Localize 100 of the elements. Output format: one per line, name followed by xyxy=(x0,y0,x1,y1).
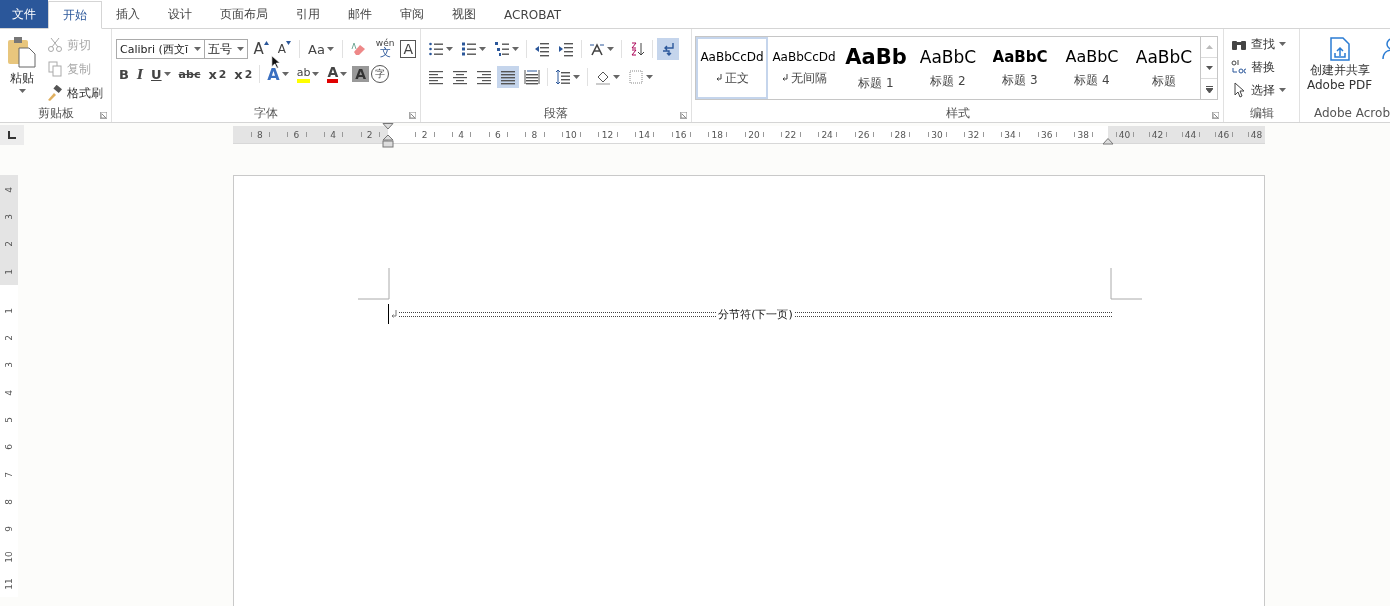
ruler-number: 6 xyxy=(293,129,300,140)
paste-button[interactable]: 粘贴 xyxy=(4,34,40,104)
ruler-number: 9 xyxy=(4,526,14,533)
ribbon-tab[interactable]: 邮件 xyxy=(334,1,386,28)
caret-icon xyxy=(193,47,201,51)
text-effects-button[interactable]: A xyxy=(264,63,292,85)
ruler-number: 11 xyxy=(4,578,14,590)
ruler-number: 46 xyxy=(1217,129,1230,140)
scissors-icon xyxy=(47,37,63,53)
dialog-launcher-icon[interactable] xyxy=(409,112,416,119)
shrink-font-button[interactable]: A xyxy=(274,38,295,60)
indent-marker-icon[interactable] xyxy=(382,123,394,149)
style-item[interactable]: AaBbC 标题 4 xyxy=(1056,37,1128,99)
style-item[interactable]: AaBbC 标题 3 xyxy=(984,37,1056,99)
ruler-number: 6 xyxy=(4,444,14,451)
font-color-button[interactable]: A xyxy=(324,63,351,85)
caret-icon xyxy=(1279,42,1286,46)
style-name: 标题 xyxy=(1152,72,1176,90)
bullet-list-icon xyxy=(428,41,444,57)
style-item[interactable]: AaBbC 标题 xyxy=(1128,37,1200,99)
align-center-icon xyxy=(452,69,468,85)
strikethrough-button[interactable]: abc xyxy=(175,63,204,85)
paintbrush-icon xyxy=(47,85,63,101)
expand-icon xyxy=(1205,85,1213,93)
italic-button[interactable]: I xyxy=(133,63,146,85)
marks-button[interactable] xyxy=(657,38,679,60)
caret-icon xyxy=(512,47,519,51)
ruler-number: 18 xyxy=(711,129,724,140)
ruler-number: 24 xyxy=(821,129,833,140)
ribbon-tab[interactable]: 文件 xyxy=(0,0,48,28)
style-preview: AaBbCcDd xyxy=(772,49,836,64)
group-label: Adobe Acrob xyxy=(1314,106,1390,120)
paint-bucket-icon xyxy=(595,69,611,85)
ruler-number: 10 xyxy=(4,550,14,563)
ruler-number: 3 xyxy=(4,362,14,369)
ribbon-tab[interactable]: 页面布局 xyxy=(206,1,282,28)
painter-button[interactable]: 格式刷 xyxy=(44,82,106,104)
ribbon-tab[interactable]: 设计 xyxy=(154,1,206,28)
find-button[interactable]: 查找 xyxy=(1228,33,1289,55)
ribbon-tab[interactable]: ACROBAT xyxy=(490,1,575,28)
document-share-icon xyxy=(1328,37,1351,61)
font-name-field[interactable]: Calibri (西文ī xyxy=(116,39,205,59)
highlight-button[interactable]: ab xyxy=(293,63,323,85)
bold-button[interactable]: B xyxy=(116,63,132,85)
grow-font-button[interactable]: A xyxy=(250,38,272,60)
caret-icon xyxy=(1279,88,1286,92)
style-item[interactable]: AaBb 标题 1 xyxy=(840,37,912,99)
justify-button[interactable] xyxy=(497,66,519,88)
ruler-number: 10 xyxy=(565,129,577,140)
phonetic-guide-button[interactable]: wén 文 xyxy=(372,38,398,60)
ruler-number: 38 xyxy=(1077,129,1089,140)
down-triangle-icon xyxy=(286,41,292,45)
style-item[interactable]: AaBbCcDd 正文 xyxy=(696,37,768,99)
style-item[interactable]: AaBbC 标题 2 xyxy=(912,37,984,99)
ribbon-tab[interactable]: 开始 xyxy=(48,1,102,29)
ribbon-tab[interactable]: 视图 xyxy=(438,1,490,28)
clipboard-icon xyxy=(7,36,37,68)
group-label: 样式 xyxy=(945,104,970,122)
ribbon-tab[interactable]: 插入 xyxy=(102,1,154,28)
ribbon-tab[interactable]: 审阅 xyxy=(386,1,438,28)
ruler-number: 4 xyxy=(330,129,336,140)
dialog-launcher-icon[interactable] xyxy=(1212,112,1219,119)
asian-layout-icon xyxy=(589,41,605,57)
ruler-number: 8 xyxy=(531,129,538,140)
replace-button[interactable]: 替换 xyxy=(1228,56,1289,78)
character-border-button[interactable]: A xyxy=(400,40,416,58)
font-size-field[interactable]: 五号 xyxy=(203,39,248,59)
group-label: 段落 xyxy=(544,104,568,122)
style-item[interactable]: AaBbCcDd 无间隔 xyxy=(768,37,840,99)
style-name: 标题 1 xyxy=(858,74,894,92)
dialog-launcher-icon[interactable] xyxy=(680,112,687,119)
ruler-number: 30 xyxy=(931,129,943,140)
select-button[interactable]: 选择 xyxy=(1228,79,1289,101)
align-left-icon xyxy=(428,69,444,85)
tab-selector-button[interactable] xyxy=(0,125,24,145)
underline-button[interactable]: U xyxy=(148,63,174,85)
ruler-number: 42 xyxy=(1151,129,1164,140)
ruler-number: 40 xyxy=(1118,129,1131,140)
right-indent-marker-icon[interactable] xyxy=(1102,138,1114,145)
caret-icon xyxy=(446,47,453,51)
align-right-icon xyxy=(476,69,492,85)
ruler-number: 28 xyxy=(894,129,907,140)
ribbon-tab[interactable]: 引用 xyxy=(282,1,334,28)
ruler-number: 8 xyxy=(257,129,263,140)
distribute-icon xyxy=(524,69,540,85)
dialog-launcher-icon[interactable] xyxy=(100,112,107,119)
style-preview: AaBbCcDd xyxy=(700,49,764,64)
change-case-button[interactable]: Aa xyxy=(305,38,337,60)
ruler-number: 12 xyxy=(601,129,614,140)
ruler-number: 4 xyxy=(458,129,465,140)
paragraph-mark-icon xyxy=(781,74,788,82)
character-shading-button[interactable]: A xyxy=(352,66,370,82)
create-pdf-button[interactable]: 创建并共享 Adobe PDF xyxy=(1304,35,1376,104)
pointer-icon xyxy=(1231,82,1247,98)
ruler-number: 32 xyxy=(967,129,980,140)
caret-icon xyxy=(312,72,320,76)
text-cursor xyxy=(388,304,389,324)
caret-icon xyxy=(573,75,580,79)
ruler-number: 44 xyxy=(1184,129,1197,140)
ruler-number: 3 xyxy=(4,214,14,220)
